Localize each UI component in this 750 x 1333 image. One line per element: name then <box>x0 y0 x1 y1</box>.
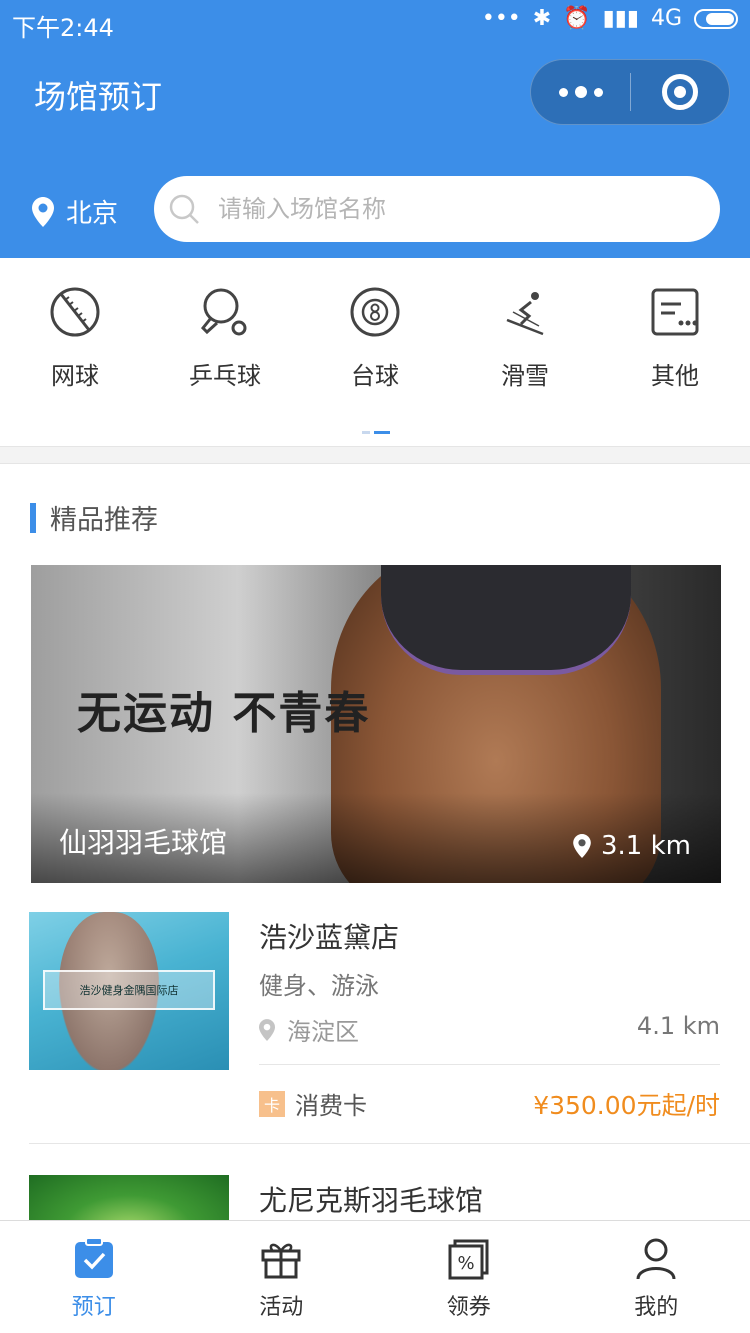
category-label: 台球 <box>351 362 399 390</box>
coupon-icon: % <box>448 1239 489 1280</box>
list-divider <box>29 1143 750 1144</box>
district-label: 海淀区 <box>287 1018 359 1046</box>
svg-text:%: % <box>457 1253 474 1274</box>
category-label: 其他 <box>651 362 699 390</box>
page-title: 场馆预订 <box>34 78 163 116</box>
tab-coupons[interactable]: % 领券 <box>375 1221 563 1333</box>
venue-list-item[interactable]: 浩沙健身金隅国际店 浩沙蓝黛店 健身、游泳 海淀区 4.1 km 卡 消费卡 ¥… <box>29 912 720 1120</box>
venue-tags: 健身、游泳 <box>259 972 379 1000</box>
battery-icon <box>694 8 738 29</box>
venue-name: 浩沙蓝黛店 <box>259 921 400 954</box>
ski-icon <box>506 292 544 336</box>
status-bar: 下午2:44 ••• ✱ ⏰ ▮▮▮ 4G <box>0 0 750 44</box>
title-accent-bar <box>30 502 36 533</box>
status-icons: ••• ✱ ⏰ ▮▮▮ 4G <box>482 6 738 31</box>
category-other[interactable]: 其他 <box>600 286 750 391</box>
tab-booking[interactable]: 预订 <box>0 1221 188 1333</box>
venue-name: 尤尼克斯羽毛球馆 <box>259 1184 484 1217</box>
search-input[interactable] <box>218 195 678 223</box>
network-label: 4G <box>650 6 682 31</box>
category-label: 网球 <box>51 362 99 390</box>
category-billiards[interactable]: 台球 <box>300 286 450 391</box>
tab-profile[interactable]: 我的 <box>563 1221 750 1333</box>
close-program-button[interactable] <box>631 60 729 124</box>
category-ping-pong[interactable]: 乒乓球 <box>150 286 300 391</box>
city-label: 北京 <box>66 199 119 229</box>
venue-district: 海淀区 <box>259 1012 359 1047</box>
category-ski[interactable]: 滑雪 <box>450 286 600 391</box>
category-grid: 网球 乒乓球 台球 滑雪 其他 <box>0 258 750 448</box>
user-icon <box>636 1238 676 1280</box>
bottom-tab-bar: 预订 活动 % 领券 我的 <box>0 1220 750 1333</box>
consumption-card-tag: 卡 消费卡 <box>259 1086 367 1121</box>
search-bar[interactable] <box>154 176 720 242</box>
tab-label: 活动 <box>259 1295 304 1320</box>
tab-label: 我的 <box>634 1295 679 1320</box>
tab-activities[interactable]: 活动 <box>188 1221 376 1333</box>
dot-icon <box>558 87 568 97</box>
page-indicator <box>362 431 390 434</box>
card-label: 消费卡 <box>295 1092 367 1120</box>
signal-icon: ▮▮▮ <box>602 6 639 31</box>
more-dots-icon: ••• <box>481 6 521 31</box>
status-time: 下午2:44 <box>12 14 114 42</box>
search-icon <box>169 194 199 224</box>
bluetooth-icon: ✱ <box>532 6 552 31</box>
tennis-icon <box>50 287 100 337</box>
dot-icon <box>593 87 603 97</box>
banner-distance: 3.1 km <box>573 831 691 861</box>
location-pin-icon <box>259 1018 275 1041</box>
section-title-text: 精品推荐 <box>50 505 158 536</box>
mini-program-capsule <box>530 59 730 125</box>
tab-label: 领券 <box>446 1295 491 1320</box>
thumbnail-caption: 浩沙健身金隅国际店 <box>43 970 215 1010</box>
section-gap <box>0 446 750 464</box>
category-label: 滑雪 <box>501 362 549 390</box>
target-icon <box>661 74 698 110</box>
category-tennis[interactable]: 网球 <box>0 286 150 391</box>
other-icon <box>651 288 699 336</box>
booking-clipboard-icon <box>74 1237 113 1278</box>
category-label: 乒乓球 <box>189 362 261 390</box>
featured-section-title: 精品推荐 <box>30 498 158 537</box>
card-badge-icon: 卡 <box>259 1090 285 1117</box>
item-divider <box>259 1064 720 1065</box>
location-pin-icon <box>573 834 591 858</box>
tab-label: 预订 <box>71 1295 116 1320</box>
location-pin-icon <box>32 196 54 227</box>
header: 下午2:44 ••• ✱ ⏰ ▮▮▮ 4G 场馆预订 北京 <box>0 0 750 258</box>
venue-thumbnail: 浩沙健身金隅国际店 <box>29 912 229 1070</box>
banner-distance-value: 3.1 km <box>601 831 691 861</box>
city-selector[interactable]: 北京 <box>32 193 118 230</box>
indicator-dot-active <box>374 431 390 434</box>
billiards-icon <box>350 287 400 337</box>
venue-thumbnail <box>29 1175 229 1221</box>
dot-icon <box>574 86 587 98</box>
venue-distance: 4.1 km <box>636 1012 720 1040</box>
venue-price: ¥350.00元起/时 <box>533 1091 720 1120</box>
gift-icon <box>261 1243 301 1279</box>
ping-pong-icon <box>200 288 247 336</box>
more-menu-button[interactable] <box>531 60 630 124</box>
alarm-icon: ⏰ <box>563 6 591 31</box>
banner-slogan: 无运动 不青春 <box>77 688 371 739</box>
indicator-dot <box>362 431 370 434</box>
featured-banner[interactable]: 无运动 不青春 仙羽羽毛球馆 3.1 km <box>31 565 721 883</box>
banner-athlete-top <box>381 565 631 675</box>
venue-list-item[interactable]: 尤尼克斯羽毛球馆 <box>29 1175 720 1221</box>
banner-venue-name: 仙羽羽毛球馆 <box>59 826 228 859</box>
